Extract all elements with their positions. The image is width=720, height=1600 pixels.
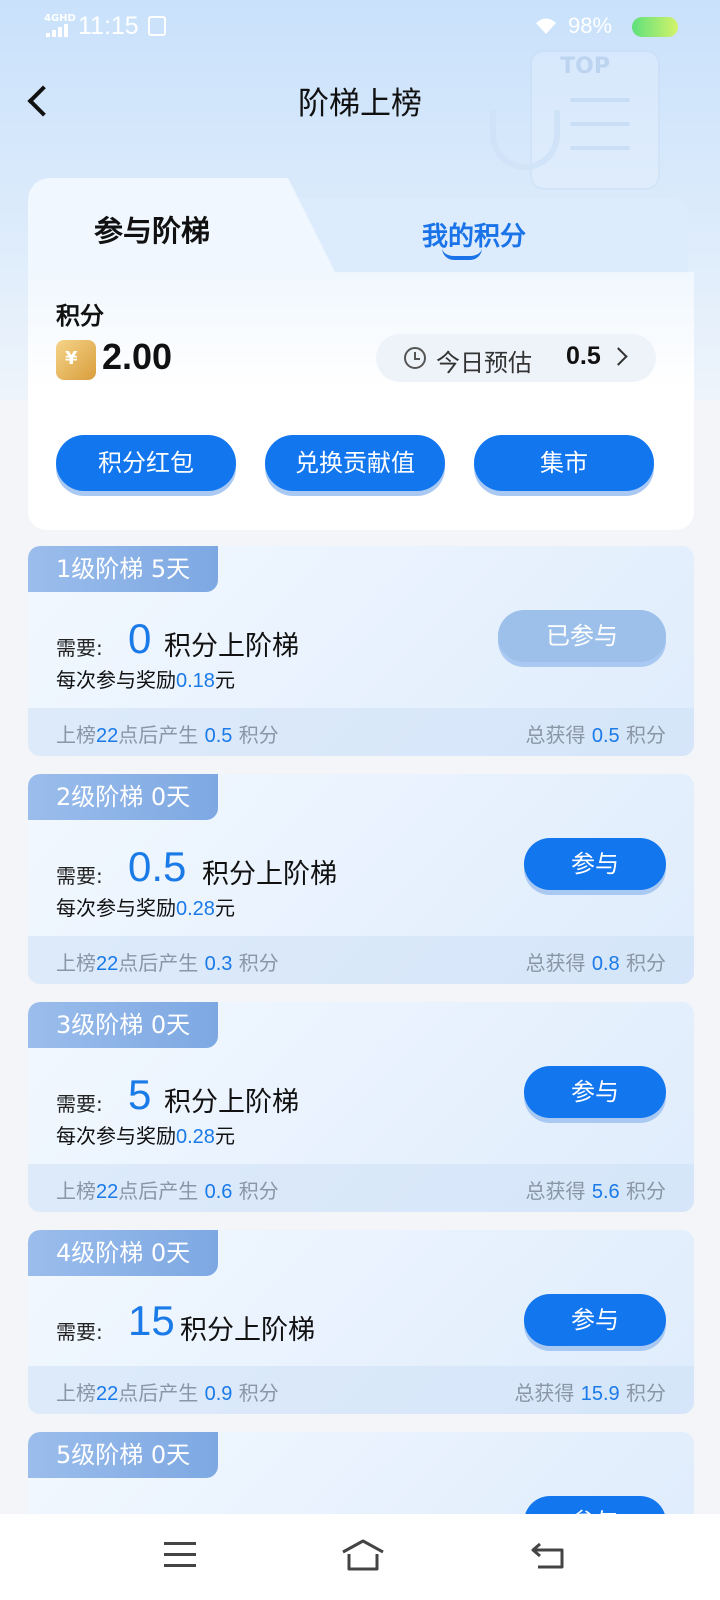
network-type: 4GHD (44, 13, 76, 24)
menu-icon[interactable] (164, 1542, 196, 1568)
reward-value: 0.28 (176, 1126, 215, 1148)
home-icon[interactable] (340, 1538, 386, 1572)
tab-join-ladder-label: 参与阶梯 (94, 214, 211, 248)
join-button[interactable]: 参与 (524, 1066, 666, 1118)
wifi-icon (536, 18, 556, 34)
tier-footer: 上榜22点后产生 0.3 积分 总获得 0.8 积分 (28, 936, 694, 984)
reward-text: 每次参与奖励0.28元 (56, 1124, 235, 1148)
clock-icon (404, 347, 426, 369)
tier-card-4: 4级阶梯 0天 需要: 15 积分上阶梯 参与 上榜22点后产生 0.9 积分 … (28, 1230, 694, 1414)
need-suffix: 积分上阶梯 (202, 859, 337, 890)
estimate-label: 今日预估 (436, 349, 532, 377)
tier-footer: 上榜22点后产生 0.9 积分 总获得 15.9 积分 (28, 1366, 694, 1414)
tier-footer: 上榜22点后产生 0.6 积分 总获得 5.6 积分 (28, 1164, 694, 1212)
tier-badge: 5级阶梯 0天 (28, 1432, 219, 1478)
battery-icon (632, 17, 678, 37)
coin-icon (56, 340, 96, 380)
back-icon[interactable] (530, 1540, 566, 1570)
signal-icon (46, 24, 68, 37)
chevron-right-icon (609, 347, 628, 366)
join-button[interactable]: 参与 (524, 838, 666, 890)
tier-badge: 4级阶梯 0天 (28, 1230, 219, 1276)
need-suffix: 积分上阶梯 (164, 631, 299, 662)
battery-percent: 98% (568, 13, 613, 38)
notification-icon (148, 16, 166, 36)
points-card-body (28, 272, 694, 530)
reward-text: 每次参与奖励0.18元 (56, 668, 235, 692)
points-card: 参与阶梯 我的积分 积分 2.00 今日预估 0.5 积分红包 兑换贡献值 集市 (28, 178, 694, 530)
tier-footer: 上榜22点后产生 0.5 积分 总获得 0.5 积分 (28, 708, 694, 756)
estimate-value: 0.5 (566, 342, 601, 370)
joined-button[interactable]: 已参与 (498, 610, 666, 662)
need-label: 需要: (56, 636, 103, 660)
status-time: 11:15 (78, 12, 139, 40)
reward-text: 每次参与奖励0.28元 (56, 896, 235, 920)
reward-value: 0.28 (176, 898, 215, 920)
tier-card-3: 3级阶梯 0天 需要: 5 积分上阶梯 每次参与奖励0.28元 参与 上榜22点… (28, 1002, 694, 1212)
points-label: 积分 (56, 302, 104, 330)
need-suffix: 积分上阶梯 (164, 1087, 299, 1118)
points-value: 2.00 (102, 336, 173, 377)
need-label: 需要: (56, 1320, 103, 1344)
need-value: 5 (128, 1071, 152, 1118)
tier-card-2: 2级阶梯 0天 需要: 0.5 积分上阶梯 每次参与奖励0.28元 参与 上榜2… (28, 774, 694, 984)
need-label: 需要: (56, 1092, 103, 1116)
tab-indicator (442, 248, 482, 260)
tier-badge: 3级阶梯 0天 (28, 1002, 219, 1048)
system-nav-bar (0, 1514, 720, 1600)
need-suffix: 积分上阶梯 (180, 1315, 315, 1346)
tier-badge: 1级阶梯 5天 (28, 546, 219, 592)
exchange-contribution-button[interactable]: 兑换贡献值 (265, 435, 445, 491)
reward-value: 0.18 (176, 670, 215, 692)
points-redpacket-button[interactable]: 积分红包 (56, 435, 236, 491)
join-button[interactable]: 参与 (524, 1294, 666, 1346)
need-value: 0 (128, 615, 152, 662)
today-estimate-button[interactable]: 今日预估 0.5 (376, 334, 656, 382)
status-bar: 4GHD 11:15 98% (0, 0, 720, 56)
page-title: 阶梯上榜 (298, 86, 422, 122)
tier-card-1: 1级阶梯 5天 需要: 0 积分上阶梯 每次参与奖励0.18元 已参与 上榜22… (28, 546, 694, 756)
need-value: 0.5 (128, 843, 187, 890)
need-value: 15 (128, 1297, 175, 1344)
market-button[interactable]: 集市 (474, 435, 654, 491)
need-label: 需要: (56, 864, 103, 888)
tier-badge: 2级阶梯 0天 (28, 774, 219, 820)
